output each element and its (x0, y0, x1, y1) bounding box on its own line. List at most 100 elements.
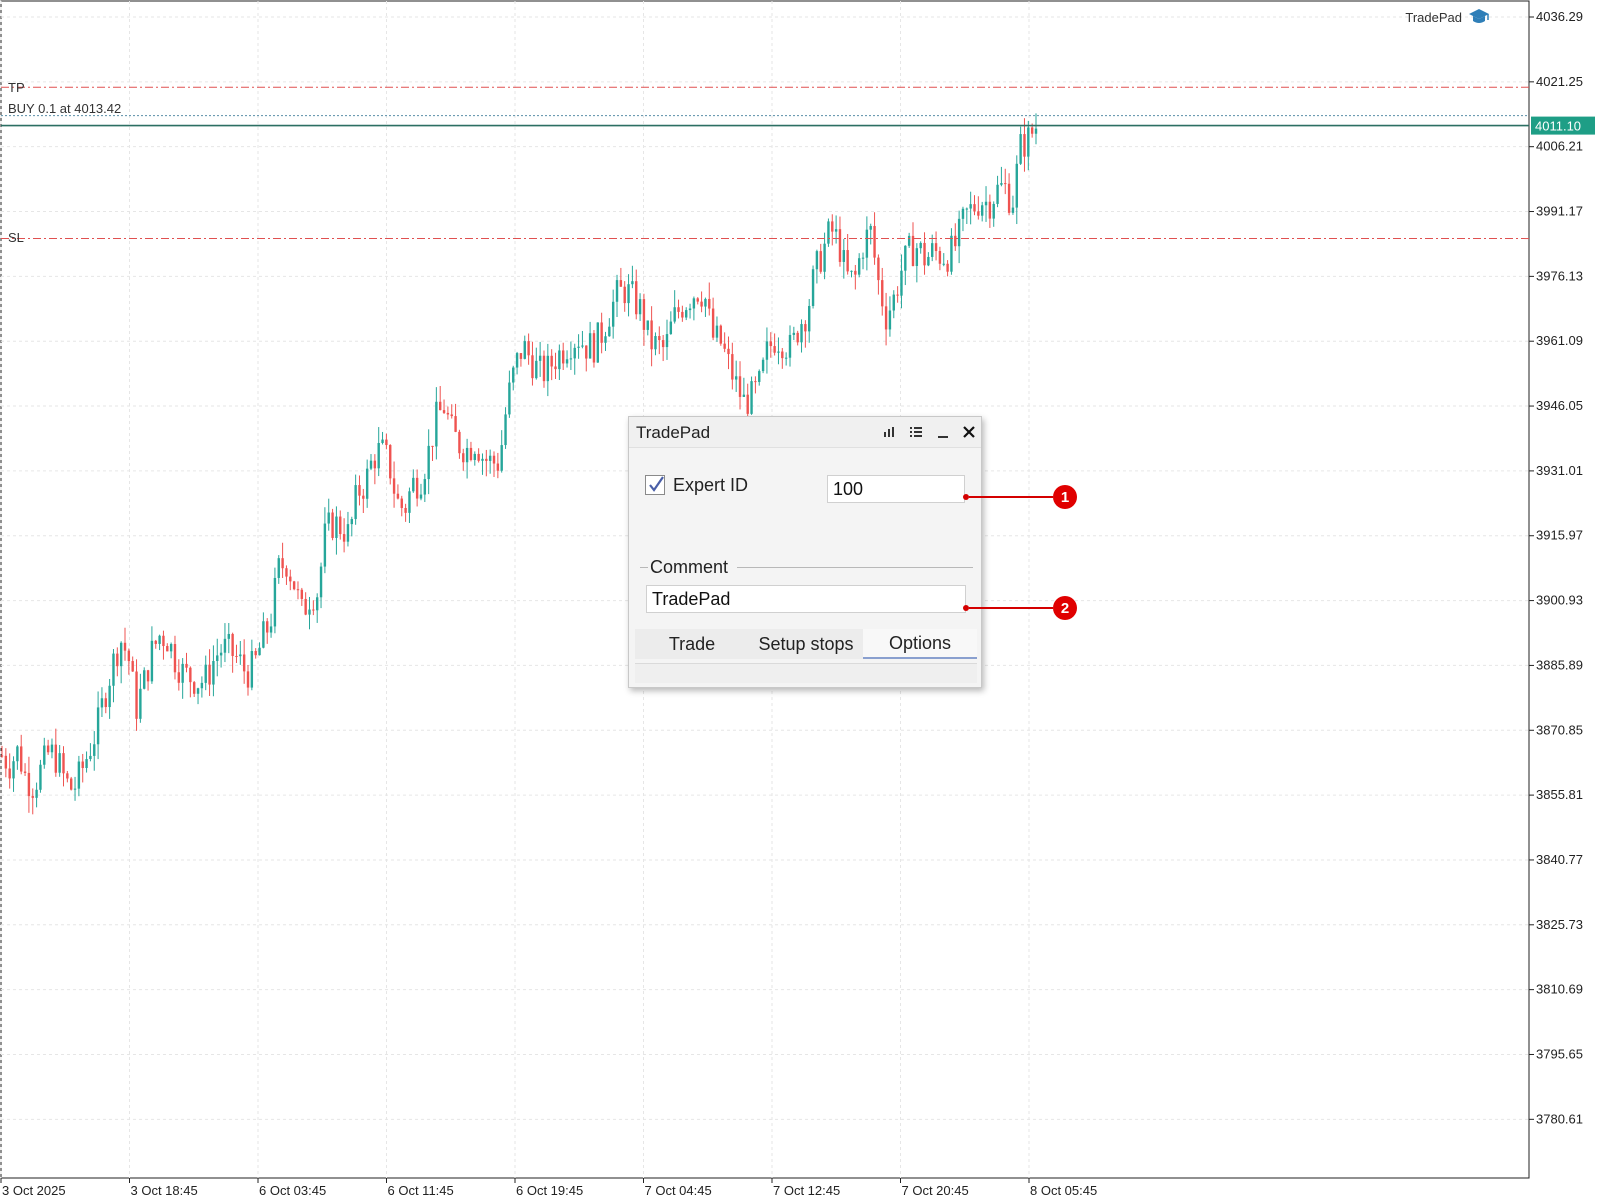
y-tick-label: 3976.13 (1536, 268, 1583, 283)
candle-body (408, 491, 411, 513)
candle-body (173, 644, 177, 673)
candle-body (542, 355, 546, 382)
candle-body (1019, 134, 1022, 164)
minimize-icon[interactable] (935, 424, 951, 440)
tab-trade[interactable]: Trade (635, 629, 749, 659)
candle-body (700, 301, 703, 307)
candle-body (515, 353, 519, 368)
candle-body (112, 653, 115, 686)
candle-body (600, 322, 603, 343)
candle-body (577, 346, 580, 348)
candle-body (696, 298, 699, 302)
candle-body (927, 256, 930, 266)
candle-body (346, 524, 350, 542)
candle-body (1034, 128, 1038, 134)
candle-body (681, 311, 684, 318)
candle-body (996, 184, 999, 204)
candle-body (327, 512, 330, 524)
candle-body (93, 744, 96, 756)
candle-body (588, 333, 592, 359)
candle-body (492, 455, 496, 464)
candle-body (154, 640, 157, 644)
candle-body (196, 688, 200, 694)
candle-body (450, 414, 453, 417)
expert-id-input[interactable]: 100 (827, 475, 965, 503)
candle-body (69, 778, 73, 790)
candle-body (761, 359, 765, 372)
candle-body (273, 577, 277, 627)
candle-body (362, 495, 365, 499)
candle-body (623, 286, 626, 304)
candle-body (508, 382, 511, 415)
candle-body (96, 707, 100, 745)
tab-setup-stops[interactable]: Setup stops (749, 629, 863, 659)
candle-body (458, 431, 461, 454)
candle-body (581, 345, 584, 347)
candle-body (116, 653, 119, 667)
candle-body (857, 258, 861, 275)
candle-body (304, 598, 307, 615)
candle-body (781, 351, 784, 359)
candle-body (704, 298, 707, 307)
comment-input[interactable]: TradePad (646, 585, 966, 613)
tradepad-panel[interactable]: TradePad Expert ID 100 Comment TradePad … (628, 416, 982, 688)
candle-body (35, 789, 38, 798)
candle-body (135, 671, 138, 719)
candle-body (800, 324, 803, 343)
candle-body (638, 299, 642, 315)
candle-body (758, 371, 761, 382)
candle-body (442, 410, 446, 413)
candle-body (911, 235, 915, 266)
brand-badge[interactable]: TradePad (1405, 8, 1490, 26)
callout-1: 1 (963, 485, 1077, 509)
candle-body (834, 229, 838, 232)
candle-body (108, 685, 111, 708)
candle-body (804, 324, 807, 332)
candle-body (185, 663, 188, 668)
expert-id-checkbox[interactable] (645, 475, 665, 495)
candle-body (531, 355, 534, 379)
candle-body (723, 343, 726, 349)
time-axis: 3 Oct 2025 3 Oct 18:45 6 Oct 03:45 6 Oct 11… (0, 1178, 1097, 1198)
list-icon[interactable] (908, 424, 924, 440)
bar-chart-icon[interactable] (881, 424, 897, 440)
candle-body (143, 670, 146, 689)
candle-body (742, 394, 746, 397)
candle-body (788, 334, 792, 358)
candle-body (977, 211, 980, 216)
y-tick-label: 3825.73 (1536, 917, 1583, 932)
candle-body (488, 455, 492, 461)
candle-body (938, 251, 942, 264)
candle-body (81, 761, 84, 768)
candle-body (896, 294, 899, 296)
y-tick-label: 3780.61 (1536, 1111, 1583, 1126)
candle-body (315, 597, 319, 611)
candle-body (319, 566, 323, 598)
candle-body (519, 353, 523, 359)
candle-body (957, 218, 961, 247)
candle-body (285, 568, 288, 577)
close-icon[interactable] (961, 424, 977, 440)
candle-body (312, 609, 315, 611)
candle-body (654, 336, 657, 350)
candle-body (546, 355, 550, 382)
candle-body (239, 654, 242, 657)
candle-body (454, 416, 457, 432)
tab-options[interactable]: Options (863, 629, 977, 659)
candle-body (400, 498, 403, 508)
brand-label: TradePad (1405, 9, 1462, 25)
candle-body (992, 203, 995, 219)
candle-body (973, 204, 976, 212)
tradepad-titlebar[interactable]: TradePad (629, 417, 981, 448)
candle-body (669, 321, 673, 335)
candle-body (85, 759, 88, 768)
candle-body (523, 341, 526, 359)
candle-body (715, 325, 719, 338)
callout-number: 2 (1053, 596, 1077, 620)
y-tick-label: 3855.81 (1536, 787, 1583, 802)
panel-title: TradePad (636, 423, 711, 442)
candle-body (242, 654, 246, 672)
candle-body (969, 204, 972, 209)
expert-id-label: Expert ID (673, 475, 749, 495)
candle-body (950, 235, 953, 272)
